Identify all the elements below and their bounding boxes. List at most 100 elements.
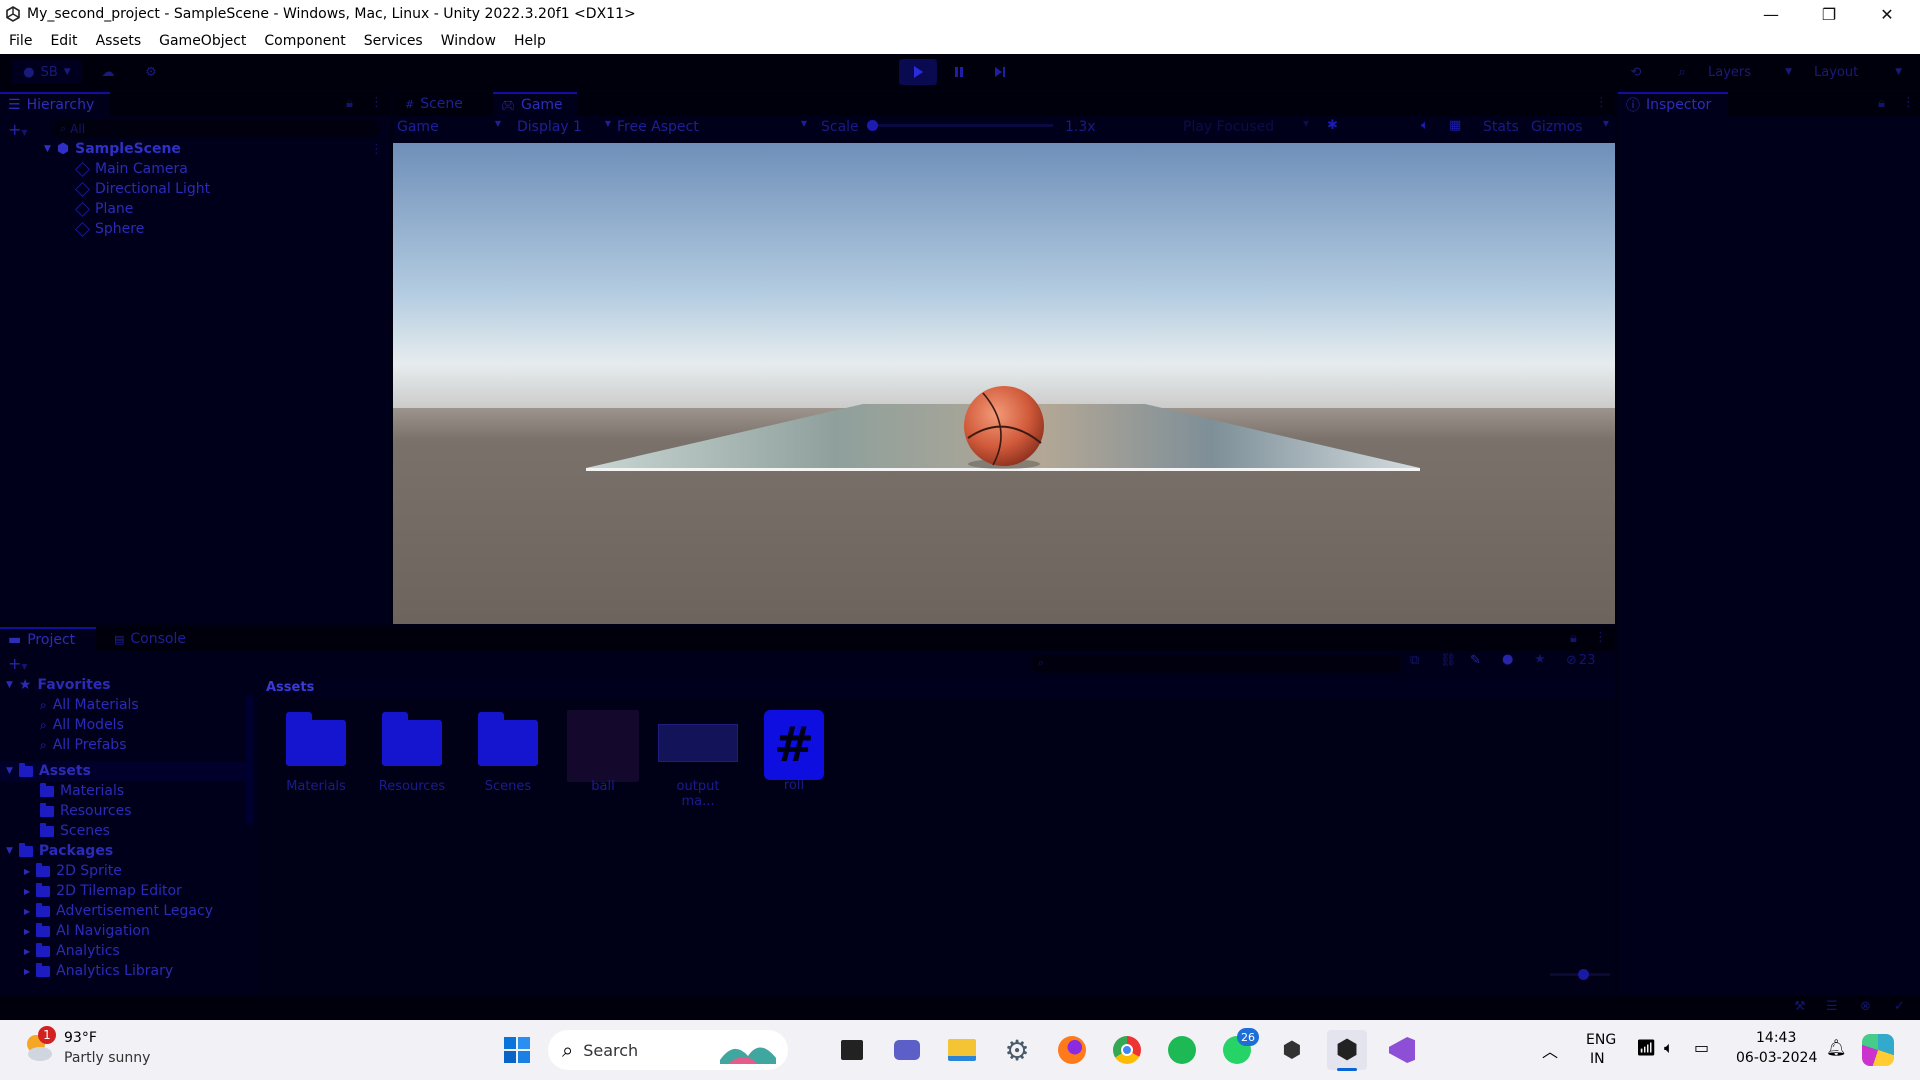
step-button[interactable] [981, 59, 1019, 85]
tag-icon[interactable]: ✎ [1470, 653, 1481, 668]
menu-services[interactable]: Services [355, 33, 432, 49]
layers-stack-icon[interactable]: ☰ [1826, 999, 1838, 1014]
bug-icon[interactable]: ✱ [1327, 118, 1338, 133]
project-search-input[interactable]: ⌕ [1030, 655, 1402, 673]
lock-icon[interactable]: 🔒︎ [1570, 631, 1577, 646]
display-dropdown[interactable]: Display 1 ▼ [517, 119, 611, 135]
clock-time[interactable]: 14:43 [1756, 1030, 1796, 1046]
package-item[interactable]: ▶ Analytics [24, 942, 120, 959]
battery-icon[interactable]: ▭ [1694, 1038, 1709, 1057]
add-object-button[interactable]: +▼ [8, 120, 28, 139]
menu-window[interactable]: Window [432, 33, 505, 49]
tab-inspector[interactable]: ⓘ Inspector [1618, 92, 1728, 116]
favorites-section[interactable]: ▼ ★ Favorites [6, 677, 111, 693]
lock-icon[interactable]: 🔒︎ [1878, 96, 1885, 111]
game-mode-dropdown[interactable]: Game ▼ [397, 119, 501, 135]
checkmark-icon[interactable]: ✓ [1894, 999, 1905, 1014]
account-dropdown[interactable]: ● SB ▼ [12, 60, 82, 84]
language-top[interactable]: ENG [1586, 1032, 1616, 1048]
notification-bell-icon[interactable]: 🔔︎ [1826, 1038, 1846, 1057]
filter-type-icon[interactable]: ⧉ [1410, 653, 1419, 668]
tab-scene[interactable]: # Scene [399, 92, 469, 116]
unity-hub-icon[interactable]: ⬢ [1272, 1030, 1312, 1070]
project-tree-scrollbar[interactable] [246, 683, 254, 983]
show-hidden-icons-chevron[interactable]: ︿ [1542, 1038, 1558, 1062]
scale-slider[interactable] [867, 120, 1053, 131]
aspect-dropdown[interactable]: Free Aspect ▼ [617, 119, 807, 135]
tab-game[interactable]: 🎮︎ Game [493, 92, 577, 116]
maximize-button[interactable]: ❐ [1800, 0, 1858, 28]
stats-button[interactable]: Stats [1483, 119, 1519, 135]
cloud-icon[interactable]: ☁ [94, 60, 122, 84]
menu-file[interactable]: File [0, 33, 41, 49]
wifi-icon[interactable]: 📶︎ [1636, 1038, 1656, 1057]
history-icon[interactable]: ⟲ [1622, 60, 1650, 84]
tab-console[interactable]: ▤ Console [110, 627, 190, 651]
chrome-icon[interactable] [1107, 1030, 1147, 1070]
favorite-item-all-prefabs[interactable]: ⌕ All Prefabs [40, 737, 127, 753]
firefox-icon[interactable] [1052, 1030, 1092, 1070]
clock-date[interactable]: 06-03-2024 [1736, 1050, 1817, 1066]
debug-icon[interactable]: ⊗ [1860, 999, 1871, 1014]
play-button[interactable] [899, 59, 937, 85]
start-button[interactable] [497, 1030, 537, 1070]
asset-item-materials[interactable]: Materials [276, 712, 356, 794]
asset-folder-resources[interactable]: Resources [40, 802, 132, 819]
menu-gameobject[interactable]: GameObject [150, 33, 255, 49]
collab-gear-icon[interactable]: ⚙ [138, 60, 164, 84]
menu-help[interactable]: Help [505, 33, 555, 49]
task-view-icon[interactable] [832, 1030, 872, 1070]
asset-item-roll[interactable]: # roll [754, 710, 834, 793]
more-options-icon[interactable]: ⋮ [1594, 630, 1607, 645]
progress-icon[interactable]: ⚒ [1794, 999, 1806, 1014]
menu-edit[interactable]: Edit [41, 33, 86, 49]
pause-button[interactable] [940, 59, 978, 85]
asset-item-scenes[interactable]: Scenes [468, 712, 548, 794]
game-viewport[interactable] [393, 143, 1615, 624]
layers-dropdown[interactable]: Layers ▼ [1700, 60, 1800, 84]
hierarchy-item-sphere[interactable]: Sphere [75, 221, 144, 237]
asset-folder-materials[interactable]: Materials [40, 782, 124, 799]
grid-icon[interactable]: ▦ [1449, 118, 1461, 133]
lock-icon[interactable]: 🔒︎ [346, 96, 353, 111]
favorite-star-icon[interactable]: ★ [1534, 652, 1546, 667]
scale-slider-handle[interactable] [867, 120, 878, 131]
hierarchy-item-plane[interactable]: Plane [75, 201, 133, 217]
breadcrumb-assets[interactable]: Assets [266, 680, 314, 695]
close-button[interactable]: ✕ [1858, 0, 1916, 28]
asset-item-resources[interactable]: Resources [372, 712, 452, 794]
weather-desc[interactable]: Partly sunny [64, 1050, 150, 1066]
minimize-button[interactable]: — [1742, 0, 1800, 28]
language-bottom[interactable]: IN [1590, 1051, 1605, 1067]
hierarchy-item-main-camera[interactable]: Main Camera [75, 161, 188, 177]
audio-icon[interactable]: 🔈︎ [1421, 118, 1429, 133]
package-item[interactable]: ▶ Analytics Library [24, 962, 173, 979]
more-options-icon[interactable]: ⋮ [1902, 95, 1915, 110]
package-item[interactable]: ▶ AI Navigation [24, 922, 150, 939]
asset-item-ball[interactable]: ball [563, 710, 643, 794]
copilot-icon[interactable] [1862, 1034, 1894, 1066]
favorite-item-all-models[interactable]: ⌕ All Models [40, 717, 124, 733]
hierarchy-item-directional-light[interactable]: Directional Light [75, 181, 210, 197]
icon-size-slider[interactable] [1550, 969, 1610, 980]
icon-size-slider-handle[interactable] [1578, 969, 1589, 980]
menu-component[interactable]: Component [255, 33, 354, 49]
weather-temp[interactable]: 93°F [64, 1030, 97, 1046]
asset-item-output-map[interactable]: output ma... [658, 720, 738, 809]
create-asset-button[interactable]: +▼ [8, 654, 28, 673]
scene-root[interactable]: ▼ ⬢ SampleScene [44, 141, 181, 157]
assets-root[interactable]: ▼ Assets [6, 762, 91, 779]
teams-meet-icon[interactable] [887, 1030, 927, 1070]
package-item[interactable]: ▶ 2D Tilemap Editor [24, 882, 182, 899]
visual-studio-icon[interactable] [1382, 1030, 1422, 1070]
file-explorer-icon[interactable] [942, 1030, 982, 1070]
scene-more-icon[interactable]: ⋮ [370, 142, 383, 157]
tab-project[interactable]: ▬ Project [0, 627, 96, 651]
unity-editor-icon[interactable]: ⬢ [1327, 1030, 1367, 1071]
volume-icon[interactable]: 🔈︎ [1664, 1038, 1674, 1058]
warning-icon[interactable]: ● [1502, 652, 1513, 667]
asset-folder-scenes[interactable]: Scenes [40, 822, 110, 839]
menu-assets[interactable]: Assets [87, 33, 151, 49]
more-options-icon[interactable]: ⋮ [370, 95, 383, 110]
hierarchy-search-input[interactable]: ⌕ All [52, 120, 380, 138]
